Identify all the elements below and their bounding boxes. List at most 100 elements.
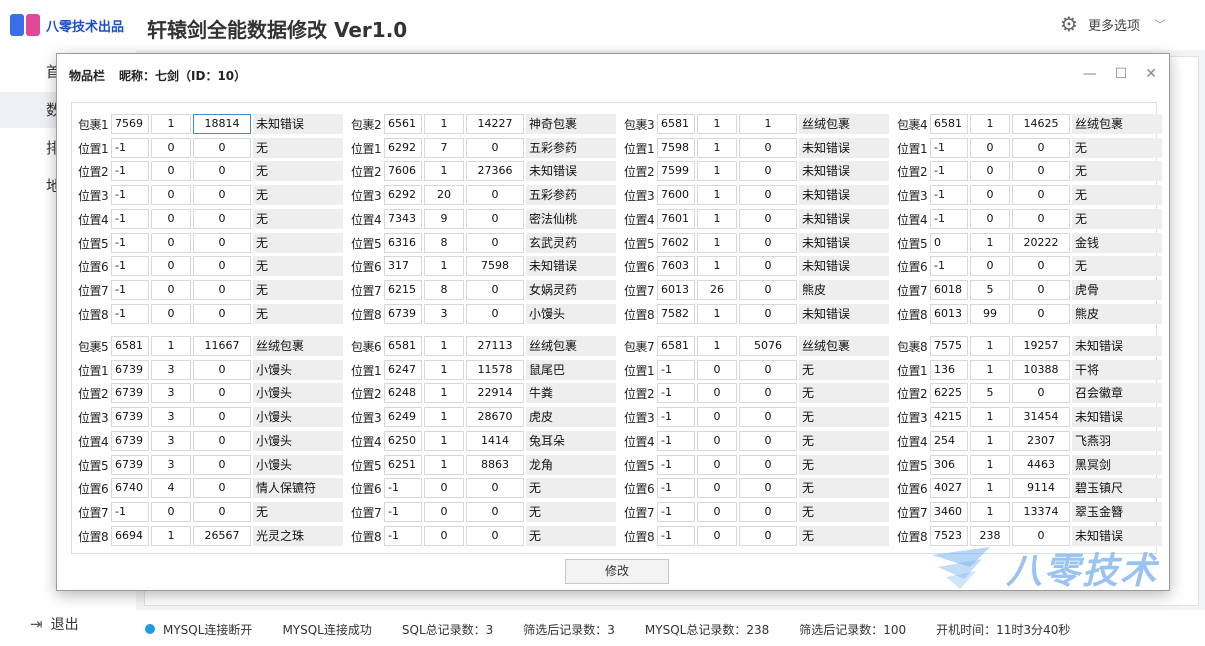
item-id-field[interactable]: 6739 bbox=[111, 455, 149, 475]
value-field[interactable]: 14625 bbox=[1012, 114, 1070, 134]
quantity-field[interactable]: 1 bbox=[697, 256, 737, 276]
quantity-field[interactable]: 4 bbox=[151, 478, 191, 498]
value-field[interactable]: 10388 bbox=[1012, 360, 1070, 380]
quantity-field[interactable]: 0 bbox=[697, 478, 737, 498]
quantity-field[interactable]: 1 bbox=[970, 431, 1010, 451]
quantity-field[interactable]: 20 bbox=[424, 185, 464, 205]
quantity-field[interactable]: 1 bbox=[697, 233, 737, 253]
value-field[interactable]: 0 bbox=[739, 209, 797, 229]
item-id-field[interactable]: -1 bbox=[111, 256, 149, 276]
modify-button[interactable]: 修改 bbox=[565, 559, 669, 584]
quantity-field[interactable]: 0 bbox=[697, 360, 737, 380]
item-id-field[interactable]: 3460 bbox=[930, 502, 968, 522]
quantity-field[interactable]: 8 bbox=[424, 280, 464, 300]
quantity-field[interactable]: 0 bbox=[424, 478, 464, 498]
quantity-field[interactable]: 0 bbox=[151, 209, 191, 229]
value-field[interactable]: 0 bbox=[739, 304, 797, 324]
value-field[interactable]: 0 bbox=[739, 233, 797, 253]
quantity-field[interactable]: 1 bbox=[970, 407, 1010, 427]
item-id-field[interactable]: 7599 bbox=[657, 161, 695, 181]
value-field[interactable]: 27113 bbox=[466, 336, 524, 356]
value-field[interactable]: 4463 bbox=[1012, 455, 1070, 475]
item-id-field[interactable]: 0 bbox=[930, 233, 968, 253]
item-id-field[interactable]: 6581 bbox=[111, 336, 149, 356]
item-id-field[interactable]: 317 bbox=[384, 256, 422, 276]
quantity-field[interactable]: 0 bbox=[151, 256, 191, 276]
value-field[interactable]: 0 bbox=[466, 502, 524, 522]
item-id-field[interactable]: 6581 bbox=[657, 336, 695, 356]
item-id-field[interactable]: 6561 bbox=[384, 114, 422, 134]
item-id-field[interactable]: 6739 bbox=[111, 431, 149, 451]
quantity-field[interactable]: 0 bbox=[697, 455, 737, 475]
item-id-field[interactable]: -1 bbox=[930, 161, 968, 181]
quantity-field[interactable]: 1 bbox=[424, 256, 464, 276]
item-id-field[interactable]: -1 bbox=[657, 431, 695, 451]
value-field[interactable]: 0 bbox=[466, 526, 524, 546]
quantity-field[interactable]: 0 bbox=[970, 161, 1010, 181]
quantity-field[interactable]: 0 bbox=[970, 185, 1010, 205]
value-field[interactable]: 28670 bbox=[466, 407, 524, 427]
value-field[interactable]: 0 bbox=[466, 478, 524, 498]
value-field[interactable]: 0 bbox=[193, 233, 251, 253]
item-id-field[interactable]: -1 bbox=[384, 478, 422, 498]
item-id-field[interactable]: 7606 bbox=[384, 161, 422, 181]
value-field[interactable]: 1414 bbox=[466, 431, 524, 451]
value-field[interactable]: 0 bbox=[1012, 161, 1070, 181]
quantity-field[interactable]: 0 bbox=[970, 138, 1010, 158]
item-id-field[interactable]: 6316 bbox=[384, 233, 422, 253]
quantity-field[interactable]: 0 bbox=[424, 526, 464, 546]
value-field[interactable]: 0 bbox=[739, 407, 797, 427]
value-field[interactable]: 0 bbox=[193, 256, 251, 276]
value-field[interactable]: 0 bbox=[193, 431, 251, 451]
quantity-field[interactable]: 1 bbox=[697, 336, 737, 356]
quantity-field[interactable]: 1 bbox=[970, 233, 1010, 253]
value-field[interactable]: 0 bbox=[193, 478, 251, 498]
quantity-field[interactable]: 1 bbox=[970, 336, 1010, 356]
item-id-field[interactable]: 136 bbox=[930, 360, 968, 380]
value-field[interactable]: 0 bbox=[193, 185, 251, 205]
quantity-field[interactable]: 26 bbox=[697, 280, 737, 300]
item-id-field[interactable]: 6739 bbox=[111, 407, 149, 427]
quantity-field[interactable]: 1 bbox=[697, 209, 737, 229]
quantity-field[interactable]: 8 bbox=[424, 233, 464, 253]
item-id-field[interactable]: -1 bbox=[111, 209, 149, 229]
quantity-field[interactable]: 1 bbox=[697, 304, 737, 324]
value-field[interactable]: 0 bbox=[1012, 256, 1070, 276]
more-options-button[interactable]: ⚙ 更多选项 ﹀ bbox=[1060, 14, 1166, 34]
value-field[interactable]: 0 bbox=[193, 138, 251, 158]
value-field[interactable]: 2307 bbox=[1012, 431, 1070, 451]
value-field[interactable]: 18814 bbox=[193, 114, 251, 134]
value-field[interactable]: 11667 bbox=[193, 336, 251, 356]
quantity-field[interactable]: 1 bbox=[424, 455, 464, 475]
logout-button[interactable]: ⇥ 退出 bbox=[30, 614, 79, 634]
value-field[interactable]: 0 bbox=[1012, 185, 1070, 205]
value-field[interactable]: 0 bbox=[466, 280, 524, 300]
quantity-field[interactable]: 1 bbox=[697, 114, 737, 134]
quantity-field[interactable]: 0 bbox=[697, 407, 737, 427]
item-id-field[interactable]: -1 bbox=[111, 304, 149, 324]
quantity-field[interactable]: 1 bbox=[697, 185, 737, 205]
quantity-field[interactable]: 0 bbox=[151, 304, 191, 324]
quantity-field[interactable]: 0 bbox=[151, 161, 191, 181]
value-field[interactable]: 13374 bbox=[1012, 502, 1070, 522]
quantity-field[interactable]: 3 bbox=[151, 360, 191, 380]
quantity-field[interactable]: 1 bbox=[697, 161, 737, 181]
item-id-field[interactable]: 4215 bbox=[930, 407, 968, 427]
quantity-field[interactable]: 0 bbox=[970, 256, 1010, 276]
quantity-field[interactable]: 1 bbox=[424, 431, 464, 451]
quantity-field[interactable]: 0 bbox=[151, 280, 191, 300]
quantity-field[interactable]: 99 bbox=[970, 304, 1010, 324]
quantity-field[interactable]: 0 bbox=[970, 209, 1010, 229]
quantity-field[interactable]: 1 bbox=[970, 478, 1010, 498]
item-id-field[interactable]: -1 bbox=[657, 360, 695, 380]
value-field[interactable]: 11578 bbox=[466, 360, 524, 380]
dialog-titlebar[interactable]: 物品栏 昵称：七剑（ID：10） — ☐ ✕ bbox=[57, 54, 1169, 96]
quantity-field[interactable]: 9 bbox=[424, 209, 464, 229]
item-id-field[interactable]: 6292 bbox=[384, 138, 422, 158]
item-id-field[interactable]: -1 bbox=[930, 209, 968, 229]
item-id-field[interactable]: -1 bbox=[657, 526, 695, 546]
value-field[interactable]: 0 bbox=[193, 455, 251, 475]
value-field[interactable]: 0 bbox=[193, 209, 251, 229]
item-id-field[interactable]: 6739 bbox=[384, 304, 422, 324]
value-field[interactable]: 0 bbox=[739, 138, 797, 158]
